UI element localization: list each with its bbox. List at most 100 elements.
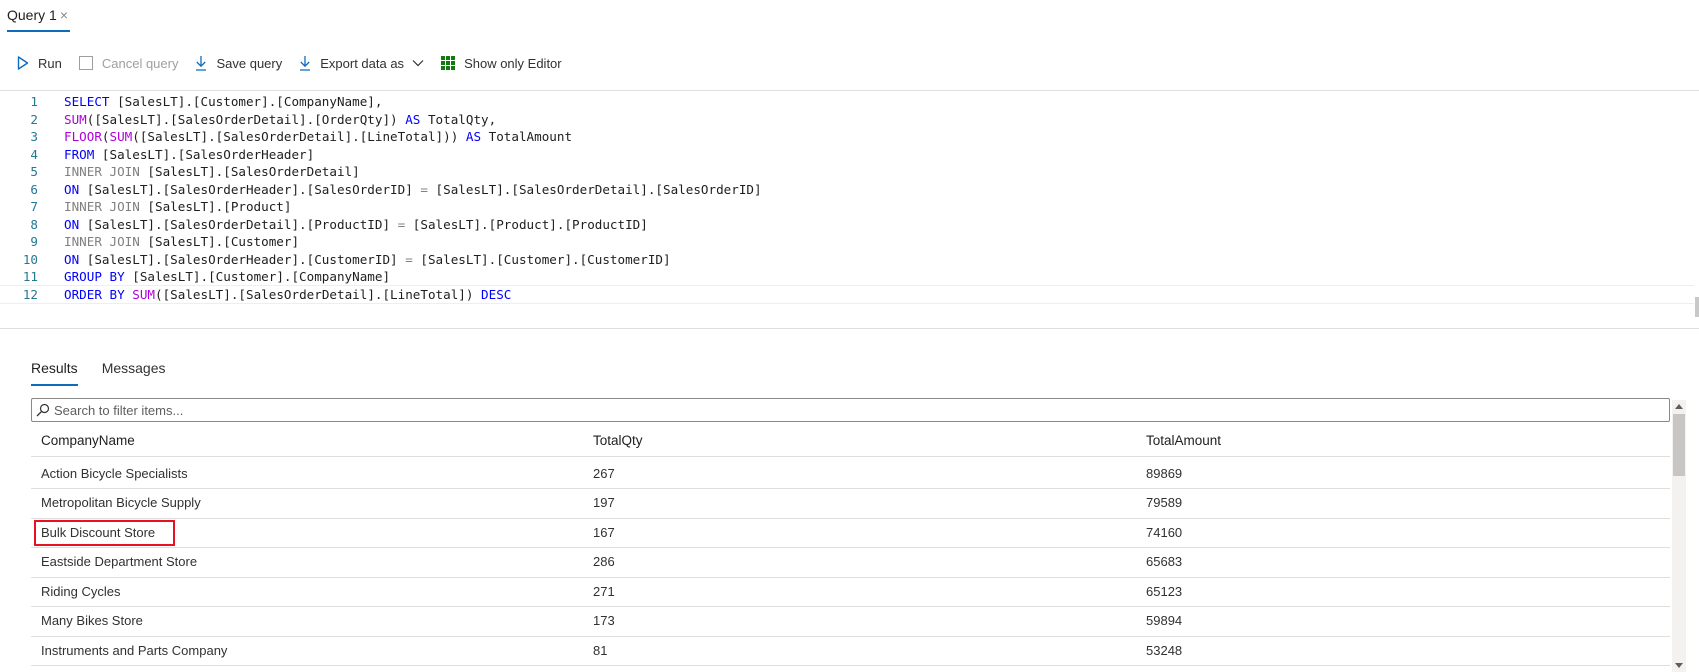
scrollbar-thumb[interactable]	[1673, 414, 1685, 476]
code-text: ORDER BY SUM([SalesLT].[SalesOrderDetail…	[38, 287, 511, 302]
sql-keyword: SUM	[132, 286, 156, 302]
table-cell[interactable]: 271	[593, 575, 615, 607]
sql-keyword: FROM	[64, 146, 95, 162]
table-cell[interactable]: 74160	[1146, 516, 1182, 548]
sql-keyword: FLOOR	[64, 129, 102, 144]
column-header[interactable]: CompanyName	[41, 424, 135, 456]
export-data-button[interactable]: Export data as	[299, 48, 424, 78]
code-line[interactable]: 12 ORDER BY SUM([SalesLT].[SalesOrderDeta…	[0, 284, 1694, 304]
table-row[interactable]: Many Bikes Store 173 59894	[31, 605, 1670, 637]
code-token: [SalesLT].[SalesOrderHeader].[CustomerID…	[79, 251, 406, 267]
line-number: 6	[30, 181, 38, 197]
search-input[interactable]	[54, 402, 1654, 418]
code-token: [SalesLT].[SalesOrderHeader].[SalesOrder…	[79, 181, 421, 197]
code-line[interactable]: 2 SUM([SalesLT].[SalesOrderDetail].[Order…	[0, 110, 1694, 129]
table-row[interactable]: Instruments and Parts Company 81 53248	[31, 634, 1670, 666]
download-icon	[196, 56, 207, 71]
line-number: 2	[30, 111, 38, 127]
query-toolbar: Run Cancel query Save query Export data …	[0, 48, 1699, 78]
run-label: Run	[38, 55, 62, 71]
chevron-down-icon	[412, 60, 424, 67]
table-row[interactable]: Action Bicycle Specialists 267 89869	[31, 457, 1670, 489]
table-cell[interactable]: 53248	[1146, 634, 1182, 666]
code-line[interactable]: 7 INNER JOIN [SalesLT].[Product]	[0, 197, 1694, 216]
editor-scrollbar-marker[interactable]	[1695, 297, 1699, 317]
code-line[interactable]: 1 SELECT [SalesLT].[Customer].[CompanyNam…	[0, 92, 1694, 111]
sql-keyword: ON	[64, 181, 80, 197]
code-token: [SalesLT].[Product].[ProductID]	[405, 216, 648, 232]
cancel-query-button[interactable]: Cancel query	[78, 48, 178, 78]
line-number: 10	[22, 251, 38, 267]
code-text: ON [SalesLT].[SalesOrderHeader].[SalesOr…	[38, 182, 762, 197]
close-icon[interactable]: ×	[60, 8, 68, 22]
scroll-down-icon[interactable]	[1675, 663, 1683, 668]
code-token: [SalesLT].[Customer]	[139, 234, 300, 249]
code-token: [SalesLT].[SalesOrderDetail]	[139, 164, 360, 179]
tab-results[interactable]: Results	[31, 356, 78, 386]
table-cell[interactable]: Riding Cycles	[41, 575, 120, 607]
code-line[interactable]: 10 ON [SalesLT].[SalesOrderHeader].[Custo…	[0, 250, 1694, 269]
table-cell[interactable]: Eastside Department Store	[41, 546, 197, 578]
code-text: SELECT [SalesLT].[Customer].[CompanyName…	[38, 94, 382, 109]
code-text: INNER JOIN [SalesLT].[Customer]	[38, 234, 299, 249]
sql-editor[interactable]: 1 SELECT [SalesLT].[Customer].[CompanyNam…	[0, 90, 1699, 329]
table-cell[interactable]: 167	[593, 516, 615, 548]
line-number: 12	[22, 286, 38, 302]
table-cell[interactable]: Many Bikes Store	[41, 605, 143, 637]
sql-keyword: ORDER BY	[64, 286, 125, 302]
query-tab-strip: Query 1 ×	[0, 0, 1699, 34]
table-cell[interactable]: Bulk Discount Store	[41, 516, 155, 548]
code-token: [SalesLT].[Product]	[139, 199, 292, 214]
sql-keyword: INNER JOIN	[64, 234, 140, 249]
code-line[interactable]: 9 INNER JOIN [SalesLT].[Customer]	[0, 232, 1694, 251]
search-icon	[36, 403, 50, 417]
code-text: FLOOR(SUM([SalesLT].[SalesOrderDetail].[…	[38, 129, 572, 144]
table-cell[interactable]: 59894	[1146, 605, 1182, 637]
code-line[interactable]: 11 GROUP BY [SalesLT].[Customer].[Company…	[0, 267, 1694, 286]
tab-query-1[interactable]: Query 1 ×	[7, 0, 70, 32]
code-line[interactable]: 8 ON [SalesLT].[SalesOrderDetail].[Produc…	[0, 215, 1694, 234]
code-token: ([SalesLT].[SalesOrderDetail].[LineTotal…	[155, 286, 482, 302]
table-cell[interactable]: 197	[593, 487, 615, 519]
table-cell[interactable]: 173	[593, 605, 615, 637]
code-line[interactable]: 4 FROM [SalesLT].[SalesOrderHeader]	[0, 145, 1694, 164]
code-token: ([SalesLT].[SalesOrderDetail].[OrderQty]…	[86, 111, 406, 127]
save-query-button[interactable]: Save query	[195, 48, 282, 78]
table-cell[interactable]: 267	[593, 457, 615, 489]
code-token: TotalQty,	[420, 111, 497, 127]
line-number: 8	[30, 216, 38, 232]
table-cell[interactable]: 79589	[1146, 487, 1182, 519]
results-grid: CompanyName TotalQty TotalAmount Action Bic…	[31, 424, 1670, 672]
show-only-editor-button[interactable]: Show only Editor	[441, 48, 562, 78]
line-number: 4	[30, 146, 38, 162]
sql-keyword: =	[420, 181, 428, 197]
tab-title: Query 1	[7, 7, 57, 23]
grid-icon	[441, 56, 456, 70]
tab-messages[interactable]: Messages	[102, 356, 166, 386]
table-row[interactable]: Bulk Discount Store 167 74160	[31, 516, 1670, 548]
code-token: [SalesLT].[SalesOrderDetail].[SalesOrder…	[427, 181, 762, 197]
table-row[interactable]: Metropolitan Bicycle Supply 197 79589	[31, 487, 1670, 519]
table-cell[interactable]: Instruments and Parts Company	[41, 634, 227, 666]
scroll-up-icon[interactable]	[1675, 404, 1683, 409]
code-line[interactable]: 3 FLOOR(SUM([SalesLT].[SalesOrderDetail].…	[0, 127, 1694, 146]
code-text: GROUP BY [SalesLT].[Customer].[CompanyNa…	[38, 269, 390, 284]
run-button[interactable]: Run	[17, 48, 62, 78]
code-text: ON [SalesLT].[SalesOrderHeader].[Custome…	[38, 252, 671, 267]
table-row[interactable]: Riding Cycles 271 65123	[31, 575, 1670, 607]
table-cell[interactable]: 81	[593, 634, 607, 666]
table-cell[interactable]: 65123	[1146, 575, 1182, 607]
results-scrollbar[interactable]	[1672, 400, 1686, 672]
column-header[interactable]: TotalAmount	[1146, 424, 1221, 456]
table-cell[interactable]: Metropolitan Bicycle Supply	[41, 487, 201, 519]
code-line[interactable]: 6 ON [SalesLT].[SalesOrderHeader].[SalesO…	[0, 180, 1694, 199]
table-row[interactable]: Eastside Department Store 286 65683	[31, 546, 1670, 578]
table-cell[interactable]: 65683	[1146, 546, 1182, 578]
code-text: FROM [SalesLT].[SalesOrderHeader]	[38, 147, 314, 162]
table-cell[interactable]: 286	[593, 546, 615, 578]
table-cell[interactable]: 89869	[1146, 457, 1182, 489]
code-token: ([SalesLT].[SalesOrderDetail].[LineTotal…	[132, 129, 466, 144]
column-header[interactable]: TotalQty	[593, 424, 643, 456]
table-cell[interactable]: Action Bicycle Specialists	[41, 457, 188, 489]
code-line[interactable]: 5 INNER JOIN [SalesLT].[SalesOrderDetail]	[0, 162, 1694, 181]
